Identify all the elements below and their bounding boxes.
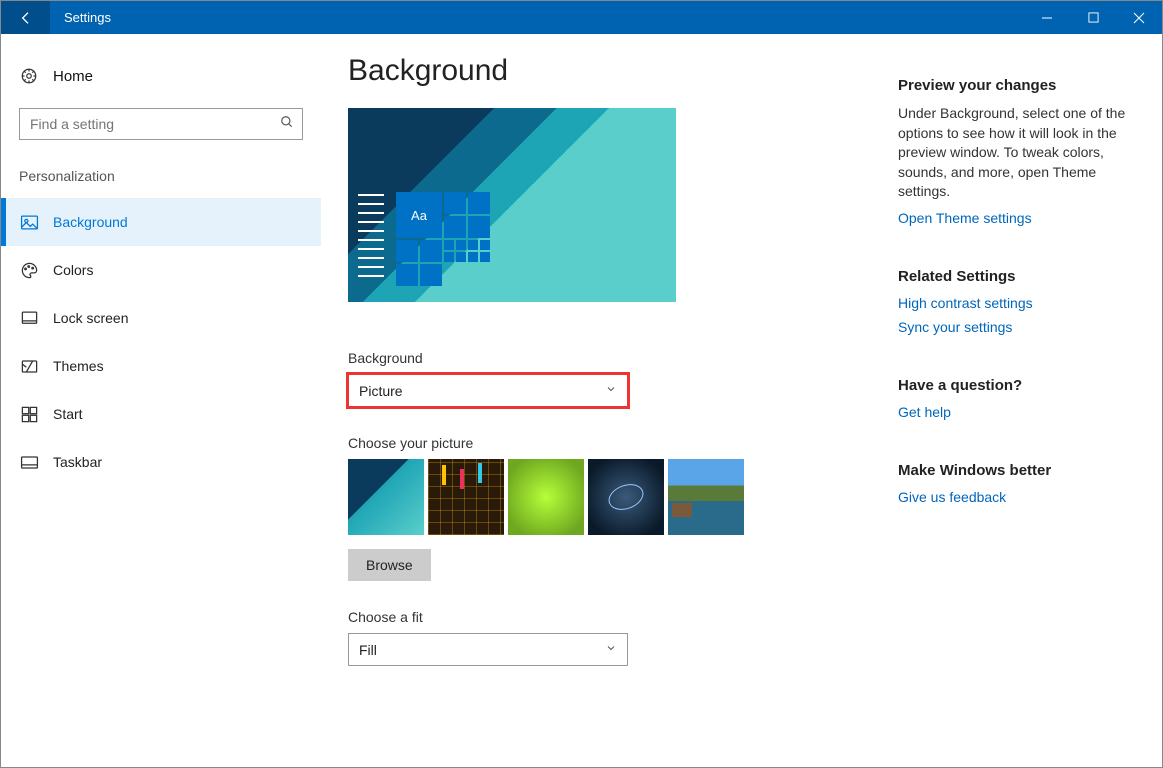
search-input[interactable] (19, 108, 303, 140)
nav-label: Colors (53, 262, 93, 278)
fit-dropdown-value: Fill (359, 642, 377, 658)
page-title: Background (348, 54, 868, 88)
nav-label: Taskbar (53, 454, 102, 470)
nav-label: Start (53, 406, 83, 422)
background-preview: Aa (348, 108, 676, 302)
maximize-button[interactable] (1070, 1, 1116, 34)
picture-thumb-5[interactable] (668, 459, 744, 535)
high-contrast-link[interactable]: High contrast settings (898, 295, 1138, 311)
taskbar-icon (19, 452, 39, 472)
right-pane: Preview your changes Under Background, s… (868, 54, 1162, 767)
preview-tile-aa: Aa (396, 192, 442, 238)
sidebar-item-themes[interactable]: Themes (1, 342, 321, 390)
sidebar: Home Personalization Background Colors (1, 34, 321, 767)
titlebar-spacer (111, 1, 1024, 34)
sync-settings-link[interactable]: Sync your settings (898, 319, 1138, 335)
background-dropdown[interactable]: Picture (348, 374, 628, 407)
start-icon (19, 404, 39, 424)
preview-changes-heading: Preview your changes (898, 77, 1138, 94)
window-title: Settings (50, 1, 111, 34)
sidebar-item-start[interactable]: Start (1, 390, 321, 438)
lockscreen-icon (19, 308, 39, 328)
palette-icon (19, 260, 39, 280)
feedback-link[interactable]: Give us feedback (898, 489, 1138, 505)
picture-thumb-3[interactable] (508, 459, 584, 535)
preview-changes-text: Under Background, select one of the opti… (898, 104, 1128, 202)
fit-dropdown[interactable]: Fill (348, 633, 628, 666)
sidebar-item-background[interactable]: Background (1, 198, 321, 246)
themes-icon (19, 356, 39, 376)
minimize-button[interactable] (1024, 1, 1070, 34)
browse-button[interactable]: Browse (348, 549, 431, 581)
search-field[interactable] (30, 116, 280, 132)
nav-label: Themes (53, 358, 104, 374)
nav-label: Background (53, 214, 128, 230)
title-bar: Settings (1, 1, 1162, 34)
background-dropdown-value: Picture (359, 383, 403, 399)
chevron-down-icon (605, 641, 617, 659)
back-button[interactable] (1, 1, 50, 34)
have-question-heading: Have a question? (898, 377, 1138, 394)
nav-label: Lock screen (53, 310, 128, 326)
get-help-link[interactable]: Get help (898, 404, 1138, 420)
preview-start-menu: Aa (348, 186, 508, 296)
picture-thumb-2[interactable] (428, 459, 504, 535)
make-better-heading: Make Windows better (898, 462, 1138, 479)
picture-thumbnails (348, 459, 868, 535)
home-nav[interactable]: Home (1, 56, 321, 96)
sidebar-item-lockscreen[interactable]: Lock screen (1, 294, 321, 342)
background-dropdown-label: Background (348, 350, 868, 366)
search-icon (280, 115, 294, 134)
picture-thumb-1[interactable] (348, 459, 424, 535)
home-icon (19, 66, 39, 86)
picture-icon (19, 212, 39, 232)
choose-picture-label: Choose your picture (348, 435, 868, 451)
sidebar-item-taskbar[interactable]: Taskbar (1, 438, 321, 486)
close-button[interactable] (1116, 1, 1162, 34)
section-header: Personalization (1, 168, 321, 184)
main-content: Background Aa (321, 34, 1162, 767)
choose-fit-label: Choose a fit (348, 609, 868, 625)
chevron-down-icon (605, 382, 617, 400)
sidebar-item-colors[interactable]: Colors (1, 246, 321, 294)
picture-thumb-4[interactable] (588, 459, 664, 535)
open-theme-settings-link[interactable]: Open Theme settings (898, 210, 1138, 226)
related-settings-heading: Related Settings (898, 268, 1138, 285)
home-label: Home (53, 68, 93, 85)
